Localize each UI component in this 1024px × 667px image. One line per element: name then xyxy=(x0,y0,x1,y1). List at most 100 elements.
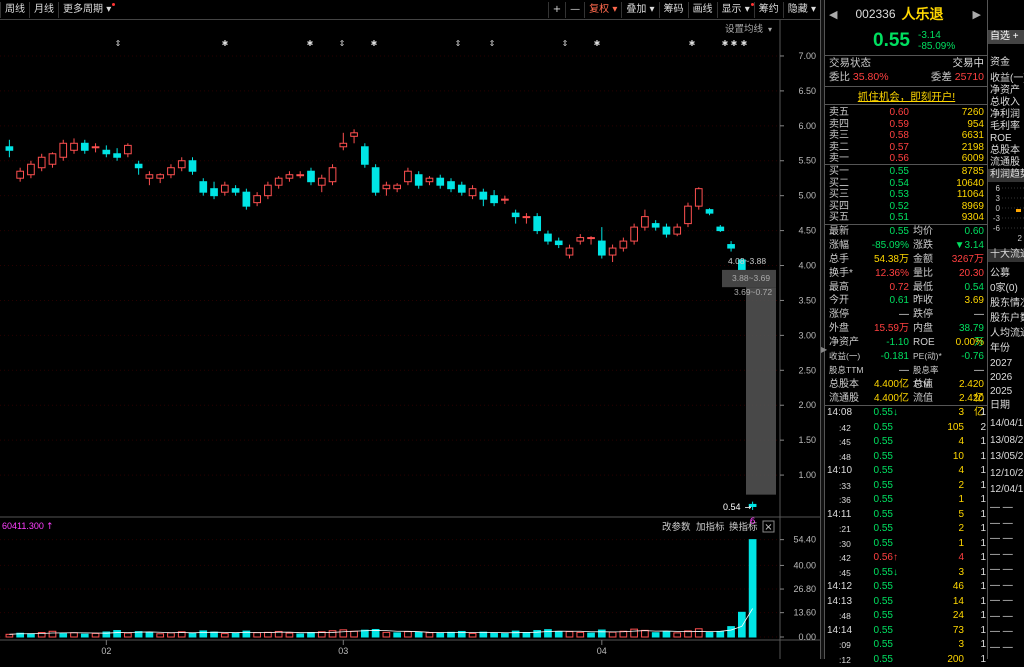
order-ratio-label: 委比 xyxy=(829,71,850,83)
candle-body xyxy=(265,185,272,195)
candle-body xyxy=(71,143,78,150)
event-marker-icon: ✱ xyxy=(594,39,601,48)
zoom-out-button[interactable]: — xyxy=(565,2,584,18)
candle-body xyxy=(275,178,282,185)
candle-body xyxy=(372,168,379,192)
tick-row: :420.56↑41 xyxy=(825,551,988,566)
draw-line-button[interactable]: 画线 xyxy=(688,2,717,18)
year-item: 2027 xyxy=(988,357,1024,371)
candle-body xyxy=(458,185,465,192)
profit-trend-tab[interactable]: 利润趋势 xyxy=(988,169,1024,182)
candle-body xyxy=(146,175,153,178)
monthly-period-button[interactable]: 月线 xyxy=(29,2,58,18)
watchlist-add-button[interactable]: 自选 + xyxy=(988,30,1024,44)
arrow-up-icon: ↑ xyxy=(893,551,918,566)
candle-body xyxy=(383,185,390,188)
display-button[interactable]: 显示 ▾ xyxy=(717,2,754,18)
display-label: 显示 xyxy=(722,4,742,15)
event-marker-icon: ⇕ xyxy=(115,39,122,48)
volume-bar xyxy=(728,627,735,637)
tick-list[interactable]: 14:080.55↓31:420.551052:450.5541:480.551… xyxy=(825,406,988,667)
notify-dot-icon xyxy=(112,3,115,6)
quote-header: ◀ 002336 人乐退 ▶ xyxy=(825,0,987,28)
next-stock-icon[interactable]: ▶ xyxy=(973,8,981,21)
candle-body xyxy=(362,147,369,164)
volume-bar xyxy=(211,632,218,637)
tick-row: :330.5521 xyxy=(825,479,988,494)
arrow-down-icon: ↓ xyxy=(893,406,918,421)
candle-body xyxy=(577,238,584,241)
close-icon: × xyxy=(764,522,772,533)
price-tick-label: 4.00 xyxy=(798,261,816,271)
volume-bar xyxy=(415,632,422,637)
fin-label: 流通股 xyxy=(988,157,1024,169)
adjust-price-label: 复权 xyxy=(589,4,609,15)
adjust-price-button[interactable]: 复权 ▾ xyxy=(584,2,621,18)
open-account-link[interactable]: 抓住机会，即刻开户! xyxy=(825,89,988,104)
stat-row: 涨幅-85.09%涨跌▼3.14 xyxy=(825,239,988,253)
volume-bar xyxy=(437,633,444,637)
price-change: -3.14 xyxy=(918,30,955,41)
top10-holders-tab[interactable]: 十大流通 xyxy=(988,249,1024,262)
price-block: 0.55 -3.14 -85.09% xyxy=(825,28,987,53)
capital-tab[interactable]: 资金 xyxy=(988,57,1010,69)
volume-bar xyxy=(749,540,756,637)
volume-bar xyxy=(555,632,562,637)
empty-value: — — xyxy=(988,624,1024,640)
tick-dir xyxy=(893,435,918,450)
weekly-period-button[interactable]: 周线 xyxy=(0,2,29,18)
candle-body xyxy=(588,238,595,239)
overlay-button[interactable]: 叠加 ▾ xyxy=(621,2,658,18)
gap-label: 4.08~3.88 xyxy=(728,256,766,266)
tick-row: 14:100.5541 xyxy=(825,464,988,479)
price-tick-label: 5.50 xyxy=(798,156,816,166)
volume-bar xyxy=(502,634,509,637)
tick-row: :360.5511 xyxy=(825,493,988,508)
kline-chart[interactable]: 设置均线▾⇕✱✱⇕✱⇕⇕⇕✱✱✱✱✱ 4.08~3.883.88~3.693.6… xyxy=(0,20,820,659)
year-list: 202720262025 xyxy=(988,357,1024,399)
volume-tick-label: 40.00 xyxy=(793,560,816,570)
candle-body xyxy=(674,227,681,234)
more-periods-button[interactable]: 更多周期 ▾ xyxy=(58,2,115,18)
fin-label: 净利润 xyxy=(988,109,1024,121)
tick-dir xyxy=(893,522,918,537)
event-markers: 设置均线▾⇕✱✱⇕✱⇕⇕⇕✱✱✱✱✱ xyxy=(115,23,772,48)
chevron-down-icon: ▾ xyxy=(612,4,617,15)
volume-bar xyxy=(383,632,390,637)
volume-bar xyxy=(631,629,638,637)
candle-body xyxy=(157,175,164,178)
candle-body xyxy=(135,164,142,167)
stat-row: 总手54.38万金额3267万 xyxy=(825,253,988,267)
zoom-in-button[interactable]: + xyxy=(548,2,565,18)
candle-body xyxy=(329,168,336,182)
profit-tick-label: -6 xyxy=(993,224,1001,233)
profit-bar xyxy=(1016,209,1021,212)
candle-body xyxy=(523,217,530,218)
empty-value: — — xyxy=(988,547,1024,563)
volume-bar xyxy=(674,633,681,637)
tick-dir xyxy=(893,537,918,552)
candle-body xyxy=(49,154,56,164)
volume-bar xyxy=(448,632,455,637)
time-tick-label: 04 xyxy=(597,646,607,656)
tick-row: 14:120.55461 xyxy=(825,580,988,595)
chip-summary-button[interactable]: 筹约 xyxy=(754,2,783,18)
year-header: 年份 xyxy=(988,343,1010,355)
candle-body xyxy=(81,143,88,150)
volume-bar xyxy=(609,632,616,637)
volume-bars-layer: 60411.300↑改参数加指标换指标× xyxy=(2,521,774,637)
holder-label: 股东户数 xyxy=(988,311,1024,326)
trade-status-label: 交易状态 xyxy=(829,56,871,70)
event-marker-icon: ✱ xyxy=(741,39,748,48)
stat-row: 今开0.61昨收3.69 xyxy=(825,294,988,308)
overlay-label: 叠加 xyxy=(626,4,646,15)
tick-row: 14:080.55↓31 xyxy=(825,406,988,421)
volume-bar xyxy=(49,631,56,637)
fin-label: ROE xyxy=(988,133,1024,145)
tick-dir xyxy=(893,450,918,465)
volume-bar xyxy=(157,634,164,637)
chips-button[interactable]: 筹码 xyxy=(659,2,688,18)
prev-stock-icon[interactable]: ◀ xyxy=(829,8,837,21)
hide-button[interactable]: 隐藏 ▾ xyxy=(783,2,820,18)
volume-bar xyxy=(308,633,315,637)
